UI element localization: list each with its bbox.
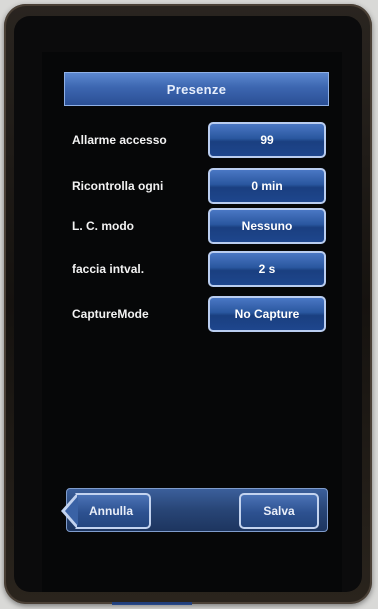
setting-label: Ricontrolla ogni <box>72 179 164 193</box>
access-alarm-button[interactable]: 99 <box>208 122 326 158</box>
recheck-interval-button[interactable]: 0 min <box>208 168 326 204</box>
setting-label: faccia intval. <box>72 262 145 276</box>
setting-label: CaptureMode <box>72 307 149 321</box>
bottom-action-bar: Annulla Salva <box>61 488 328 532</box>
lc-mode-button[interactable]: Nessuno <box>208 208 326 244</box>
setting-label: L. C. modo <box>72 219 134 233</box>
screen-reflection <box>112 602 192 605</box>
setting-label: Allarme accesso <box>72 133 167 147</box>
save-button[interactable]: Salva <box>239 493 319 529</box>
setting-row-face-interval: faccia intval. 2 s <box>64 251 334 287</box>
page-title: Presenze <box>166 81 227 97</box>
setting-row-capture-mode: CaptureMode No Capture <box>64 296 334 332</box>
title-bar: Presenze <box>64 72 329 106</box>
capture-mode-button[interactable]: No Capture <box>208 296 326 332</box>
setting-row-access-alarm: Allarme accesso 99 <box>64 122 334 158</box>
lcd-screen: Presenze Allarme accesso 99 Ricontrolla … <box>42 52 342 605</box>
cancel-button[interactable]: Annulla <box>61 493 151 529</box>
face-interval-button[interactable]: 2 s <box>208 251 326 287</box>
setting-row-lc-mode: L. C. modo Nessuno <box>64 208 334 244</box>
setting-row-recheck-interval: Ricontrolla ogni 0 min <box>64 168 334 204</box>
